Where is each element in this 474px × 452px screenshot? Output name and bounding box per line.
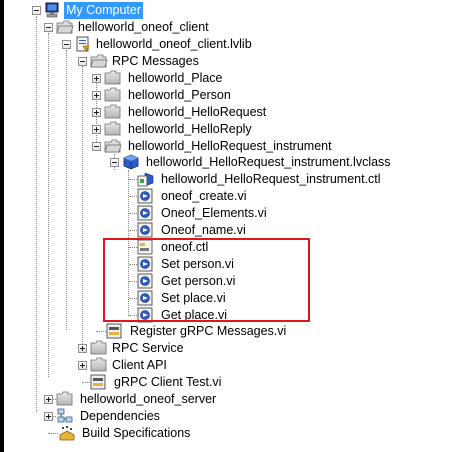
tree-item-label: helloworld_oneof_client.lvlib [96, 37, 252, 51]
tree-item-label: Dependencies [80, 409, 160, 423]
tree-guide [129, 179, 137, 180]
tree-item-label: Build Specifications [82, 426, 191, 440]
expand-toggle[interactable] [92, 91, 101, 100]
class-icon [123, 154, 139, 170]
folder-icon [90, 54, 108, 68]
tree-guide [82, 66, 83, 348]
tree-item-label: helloworld_HelloRequest_instrument [128, 139, 332, 153]
tree-guide [96, 331, 106, 332]
tree-item-label: RPC Service [112, 341, 184, 355]
tree-item-label: helloworld_oneof_server [80, 392, 217, 406]
tree-guide [129, 230, 137, 231]
tree-item-label: helloworld_HelloRequest [128, 105, 267, 119]
control-icon [137, 172, 154, 187]
collapse-toggle[interactable] [92, 142, 101, 151]
tree-item-label: Oneof_name.vi [161, 223, 246, 237]
tree-item-label: helloworld_HelloRequest_instrument.lvcla… [146, 155, 391, 169]
collapse-toggle[interactable] [62, 40, 71, 49]
folder-icon [56, 20, 74, 34]
collapse-toggle[interactable] [44, 23, 53, 32]
tree-item-label: helloworld_Place [128, 71, 223, 85]
folder-icon [104, 139, 122, 153]
folder-icon [104, 121, 121, 136]
collapse-toggle[interactable] [78, 57, 87, 66]
dependencies-icon [57, 408, 73, 423]
tree-item-label: oneof_create.vi [161, 189, 247, 203]
tree-guide [48, 33, 49, 377]
tree-item-label: helloworld_HelloRequest_instrument.ctl [161, 172, 381, 186]
collapse-toggle[interactable] [32, 6, 41, 15]
vi-icon [137, 222, 153, 238]
project-tree: My Computer helloworld_oneof_client hell… [0, 0, 474, 452]
tree-guide [36, 16, 37, 412]
vi-icon [90, 374, 106, 390]
folder-icon [90, 357, 107, 372]
expand-toggle[interactable] [78, 344, 87, 353]
tree-item-label: Oneof_Elements.vi [161, 206, 267, 220]
folder-icon [90, 340, 107, 355]
tree-item-label: RPC Messages [112, 54, 199, 68]
expand-toggle[interactable] [44, 412, 53, 421]
folder-icon [104, 87, 121, 102]
tree-item-label: Register gRPC Messages.vi [130, 324, 287, 338]
tree-item-label: Client API [112, 358, 167, 372]
tree-guide [129, 213, 137, 214]
expand-toggle[interactable] [92, 125, 101, 134]
collapse-toggle[interactable] [110, 158, 119, 167]
expand-toggle[interactable] [92, 74, 101, 83]
library-icon [76, 36, 90, 52]
folder-icon [104, 104, 121, 119]
folder-icon [104, 70, 121, 85]
tree-guide [66, 50, 67, 330]
tree-item-label: helloworld_Person [128, 88, 231, 102]
tree-guide [129, 196, 137, 197]
tree-item-label: My Computer [64, 2, 144, 19]
tree-item-label: helloworld_oneof_client [78, 20, 209, 34]
computer-icon [45, 2, 59, 18]
vi-icon [137, 205, 153, 221]
tree-guide [82, 382, 90, 383]
highlight-annotation-box [103, 238, 310, 322]
vi-icon [106, 323, 122, 339]
expand-toggle[interactable] [78, 361, 87, 370]
folder-icon [56, 391, 73, 406]
tree-item-label: gRPC Client Test.vi [114, 375, 222, 389]
tree-guide [48, 433, 58, 434]
expand-toggle[interactable] [44, 395, 53, 404]
build-specifications-icon [59, 426, 75, 441]
vi-icon [137, 188, 153, 204]
tree-item-label: helloworld_HelloReply [128, 122, 252, 136]
expand-toggle[interactable] [92, 108, 101, 117]
